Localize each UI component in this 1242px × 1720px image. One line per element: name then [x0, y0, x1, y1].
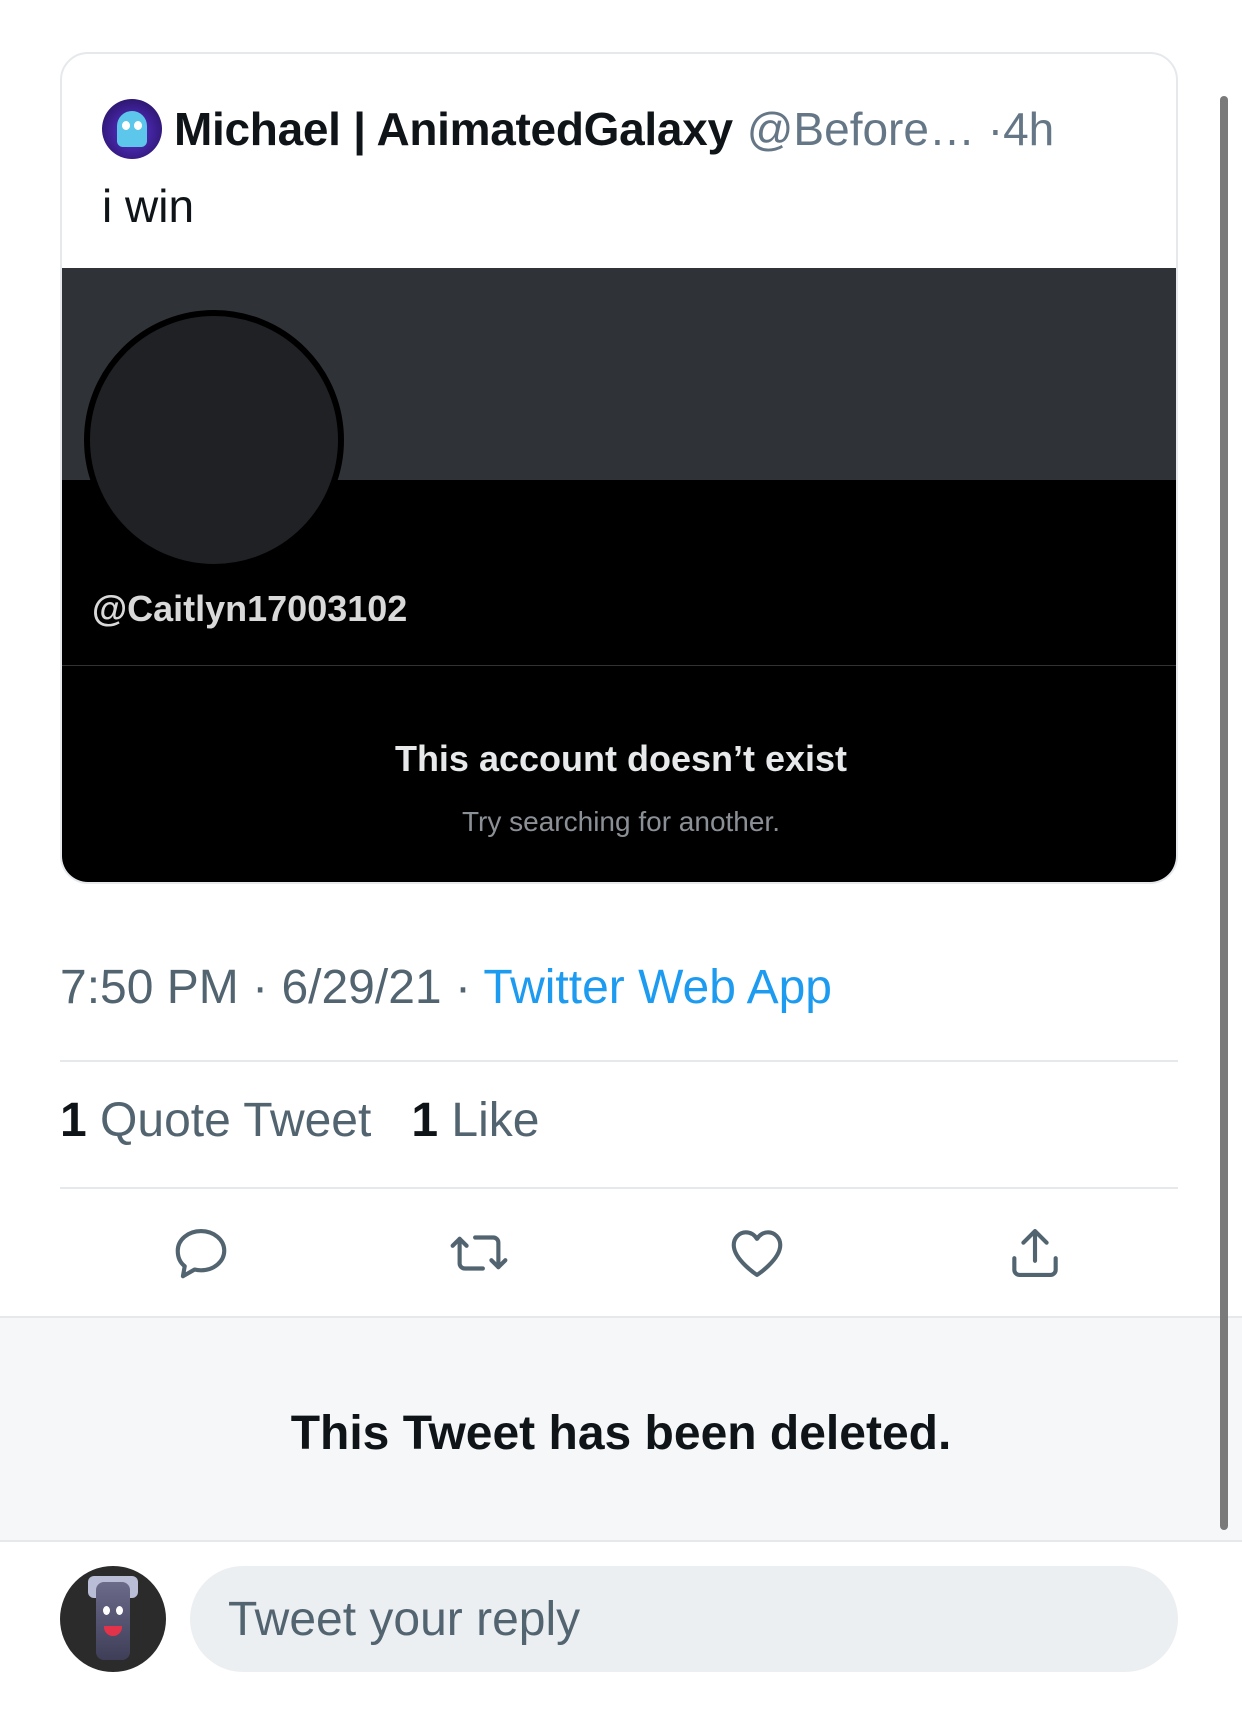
like-button[interactable]: [722, 1218, 792, 1288]
likes-link[interactable]: Like: [451, 1094, 539, 1147]
media-divider: [62, 665, 1176, 666]
author-handle-text: @Before…: [746, 103, 975, 155]
reply-input[interactable]: Tweet your reply: [190, 1566, 1178, 1672]
quote-count: 1: [60, 1094, 87, 1147]
reply-button[interactable]: [166, 1218, 236, 1288]
user-avatar[interactable]: [60, 1566, 166, 1672]
tweet-date[interactable]: 6/29/21: [281, 961, 441, 1014]
author-name[interactable]: Michael | AnimatedGalaxy: [174, 102, 733, 156]
quoted-tweet-media[interactable]: @Caitlyn17003102 This account doesn’t ex…: [62, 268, 1176, 882]
quote-tweets-link[interactable]: Quote Tweet: [100, 1094, 371, 1147]
tweet-meta: 7:50 PM · 6/29/21 · Twitter Web App: [60, 960, 832, 1015]
share-button[interactable]: [1000, 1218, 1070, 1288]
reply-icon: [175, 1228, 227, 1279]
deleted-tweet-notice: This Tweet has been deleted.: [0, 1316, 1242, 1542]
header-separator: ·: [987, 103, 1004, 155]
divider: [60, 1060, 1178, 1062]
author-avatar[interactable]: [102, 99, 162, 159]
tweet-stats: 1 Quote Tweet 1 Like: [60, 1093, 539, 1148]
scrollbar[interactable]: [1220, 96, 1228, 1530]
quoted-tweet-card[interactable]: Michael | AnimatedGalaxy @Before… ·4h i …: [60, 52, 1178, 884]
account-missing-title: This account doesn’t exist: [394, 738, 848, 779]
microphone-eye-left: [103, 1606, 110, 1615]
retweet-button[interactable]: [444, 1218, 514, 1288]
ghost-icon: [117, 111, 147, 147]
profile-handle: @Caitlyn17003102: [92, 588, 408, 629]
quoted-tweet-text: i win: [102, 180, 195, 232]
deleted-tweet-text: This Tweet has been deleted.: [290, 1407, 952, 1460]
meta-separator-2: ·: [454, 961, 471, 1014]
microphone-eye-right: [116, 1606, 123, 1615]
meta-separator-1: ·: [252, 961, 269, 1014]
divider: [60, 1187, 1178, 1189]
tweet-time[interactable]: 7:50 PM: [60, 961, 239, 1014]
quoted-tweet-header: Michael | AnimatedGalaxy @Before… ·4h: [102, 94, 1054, 164]
like-icon: [731, 1230, 783, 1278]
microphone-body: [96, 1582, 130, 1660]
retweet-icon: [450, 1235, 508, 1271]
share-icon: [1012, 1228, 1058, 1278]
time-ago[interactable]: 4h: [1003, 103, 1054, 155]
reply-placeholder: Tweet your reply: [228, 1592, 581, 1646]
author-handle: @Before… ·4h: [747, 102, 1055, 156]
tweet-source-link[interactable]: Twitter Web App: [483, 961, 832, 1014]
account-missing-subtitle: Try searching for another.: [461, 806, 780, 837]
profile-avatar-placeholder: [84, 310, 344, 570]
like-count: 1: [411, 1094, 439, 1147]
